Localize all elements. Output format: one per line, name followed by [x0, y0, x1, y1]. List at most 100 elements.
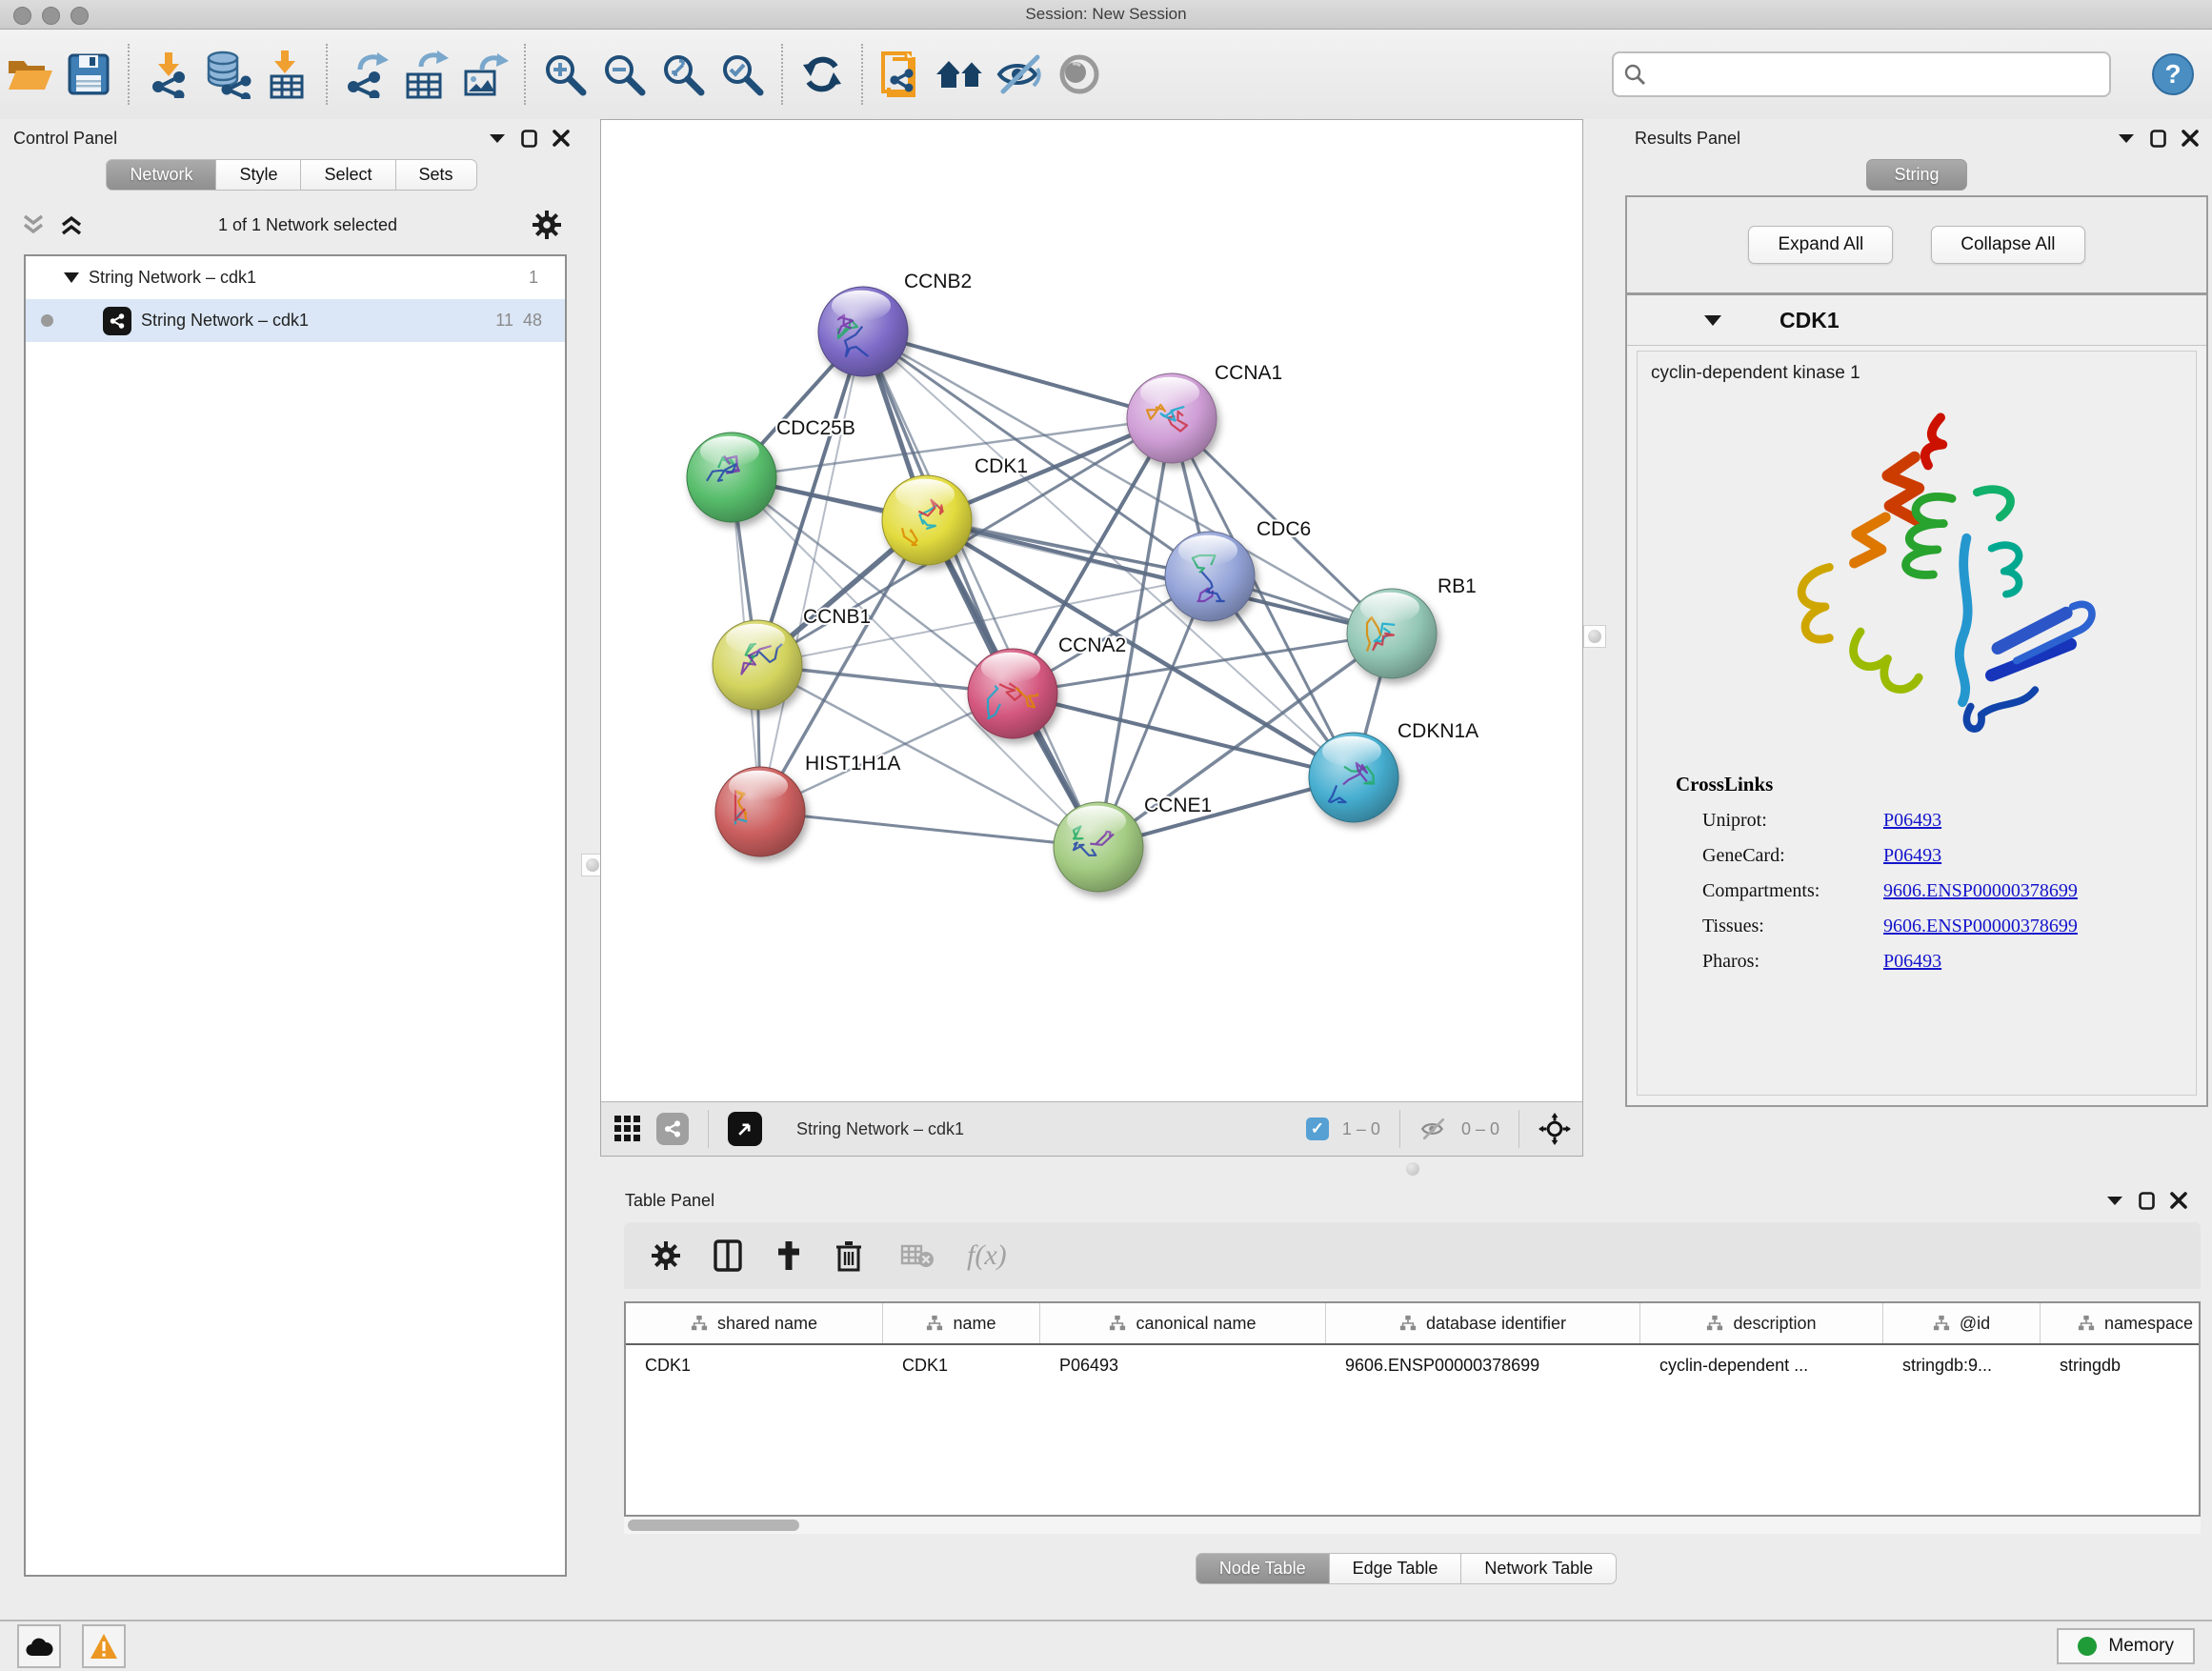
tab-select[interactable]: Select: [301, 159, 395, 191]
table-cell[interactable]: P06493: [1040, 1345, 1326, 1385]
right-splitter-handle[interactable]: [1583, 625, 1606, 648]
panel-menu-icon[interactable]: [489, 132, 506, 144]
search-input[interactable]: [1654, 64, 2100, 85]
import-network-file-button[interactable]: [139, 45, 198, 104]
column-header-name[interactable]: name: [883, 1303, 1040, 1343]
network-node-HIST1H1A[interactable]: [715, 767, 805, 856]
network-edge-CDK1-RB1[interactable]: [927, 520, 1392, 634]
panel-close-icon[interactable]: [2182, 130, 2199, 147]
zoom-fit-button[interactable]: [654, 45, 713, 104]
table-options-gear-icon[interactable]: [651, 1240, 681, 1271]
crosslink-link[interactable]: P06493: [1883, 845, 1941, 867]
column-header-canonical-name[interactable]: canonical name: [1040, 1303, 1326, 1343]
memory-button[interactable]: Memory: [2057, 1628, 2195, 1664]
pan-crosshair-icon[interactable]: [1538, 1113, 1571, 1145]
import-table-button[interactable]: [257, 45, 316, 104]
zoom-in-button[interactable]: [535, 45, 594, 104]
panel-close-icon[interactable]: [553, 130, 570, 147]
collection-expand-caret[interactable]: [64, 272, 79, 283]
network-node-CDC6[interactable]: [1165, 532, 1255, 621]
delete-column-icon[interactable]: [835, 1239, 862, 1272]
hidden-eye-slash-icon: [1419, 1117, 1448, 1141]
network-edge-HIST1H1A-CCNE1[interactable]: [760, 812, 1098, 847]
table-cell[interactable]: 9606.ENSP00000378699: [1326, 1345, 1640, 1385]
network-node-CCNA2[interactable]: [968, 649, 1057, 738]
network-node-CCNE1[interactable]: [1054, 802, 1143, 892]
column-header-namespace[interactable]: namespace: [2041, 1303, 2201, 1343]
tab-node-table[interactable]: Node Table: [1196, 1553, 1330, 1584]
crosslink-link[interactable]: 9606.ENSP00000378699: [1883, 880, 2078, 902]
panel-menu-icon[interactable]: [2106, 1195, 2123, 1206]
warnings-button[interactable]: [82, 1624, 126, 1668]
network-node-CDK1[interactable]: [882, 475, 972, 565]
bottom-splitter-handle[interactable]: [1406, 1162, 1419, 1176]
open-session-button[interactable]: [0, 45, 59, 104]
panel-menu-icon[interactable]: [2118, 132, 2135, 144]
string-view-icon[interactable]: [656, 1113, 689, 1145]
export-table-button[interactable]: [396, 45, 455, 104]
crosslink-link[interactable]: P06493: [1883, 810, 1941, 832]
expand-all-networks-icon[interactable]: [21, 213, 46, 236]
panel-float-icon[interactable]: [2150, 130, 2166, 148]
network-canvas[interactable]: CCNB2CCNA1CDC25BCDK1CDC6RB1CCNB1CCNA2CDK…: [601, 120, 1582, 1102]
apply-layout-button[interactable]: [793, 45, 852, 104]
panel-float-icon[interactable]: [521, 130, 537, 148]
expand-all-button[interactable]: Expand All: [1748, 226, 1893, 264]
zoom-selected-icon: [718, 50, 766, 98]
network-row[interactable]: String Network – cdk1 11 48: [26, 299, 565, 342]
table-horizontal-scrollbar[interactable]: [624, 1517, 2201, 1534]
detach-view-icon[interactable]: [728, 1112, 762, 1146]
export-network-button[interactable]: [337, 45, 396, 104]
left-splitter[interactable]: [583, 119, 600, 1620]
new-network-from-selection-button[interactable]: [873, 45, 932, 104]
network-node-CCNA1[interactable]: [1127, 373, 1217, 463]
panel-close-icon[interactable]: [2170, 1192, 2187, 1209]
import-network-database-button[interactable]: [198, 45, 257, 104]
table-cell[interactable]: cyclin-dependent ...: [1640, 1345, 1883, 1385]
show-columns-icon[interactable]: [714, 1239, 742, 1272]
crosslink-link[interactable]: P06493: [1883, 951, 1941, 973]
tab-style[interactable]: Style: [216, 159, 301, 191]
add-column-icon[interactable]: [774, 1239, 803, 1272]
hide-selected-button[interactable]: [991, 45, 1050, 104]
network-edge-CCNB2-HIST1H1A[interactable]: [760, 332, 863, 812]
collapse-all-button[interactable]: Collapse All: [1931, 226, 2084, 264]
network-node-CCNB1[interactable]: [713, 620, 802, 710]
table-cell[interactable]: stringdb:9...: [1883, 1345, 2041, 1385]
column-header-description[interactable]: description: [1640, 1303, 1883, 1343]
table-scrollbar-thumb[interactable]: [628, 1520, 799, 1531]
crosslink-link[interactable]: 9606.ENSP00000378699: [1883, 916, 2078, 937]
tab-edge-table[interactable]: Edge Table: [1330, 1553, 1462, 1584]
network-node-RB1[interactable]: [1347, 589, 1437, 678]
tab-string[interactable]: String: [1866, 159, 1966, 191]
tab-network-table[interactable]: Network Table: [1461, 1553, 1617, 1584]
gene-section-header[interactable]: CDK1: [1627, 295, 2206, 346]
column-header-id[interactable]: @id: [1883, 1303, 2041, 1343]
help-button[interactable]: ?: [2143, 45, 2202, 104]
zoom-selected-button[interactable]: [713, 45, 772, 104]
network-collection-row[interactable]: String Network – cdk1 1: [26, 256, 565, 299]
panel-float-icon[interactable]: [2139, 1192, 2155, 1210]
export-image-button[interactable]: [455, 45, 514, 104]
table-cell[interactable]: stringdb: [2041, 1345, 2201, 1385]
network-node-CCNB2[interactable]: [818, 287, 908, 376]
column-header-database-identifier[interactable]: database identifier: [1326, 1303, 1640, 1343]
cloud-status-button[interactable]: [17, 1624, 61, 1668]
gene-collapse-caret[interactable]: [1703, 313, 1722, 327]
column-header-shared-name[interactable]: shared name: [626, 1303, 883, 1343]
network-node-CDKN1A[interactable]: [1309, 733, 1398, 822]
birds-eye-view-icon[interactable]: [613, 1114, 643, 1144]
table-row[interactable]: CDK1CDK1P064939606.ENSP00000378699cyclin…: [626, 1345, 2199, 1385]
selected-checkbox-icon[interactable]: ✓: [1306, 1117, 1329, 1140]
save-session-button[interactable]: [59, 45, 118, 104]
network-options-gear-icon[interactable]: [532, 210, 562, 240]
collapse-all-networks-icon[interactable]: [59, 213, 84, 236]
tab-sets[interactable]: Sets: [396, 159, 477, 191]
zoom-out-button[interactable]: [594, 45, 654, 104]
show-all-button[interactable]: [1050, 45, 1109, 104]
table-cell[interactable]: CDK1: [626, 1345, 883, 1385]
first-neighbors-button[interactable]: [932, 45, 991, 104]
tab-network[interactable]: Network: [106, 159, 216, 191]
table-cell[interactable]: CDK1: [883, 1345, 1040, 1385]
network-node-CDC25B[interactable]: [687, 433, 776, 522]
